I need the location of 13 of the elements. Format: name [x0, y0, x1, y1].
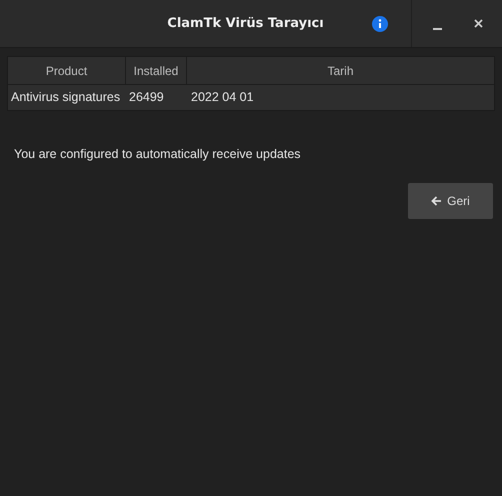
column-header[interactable]: Tarih: [186, 57, 494, 84]
table-cell-text: 26499: [128, 89, 165, 106]
info-icon[interactable]: [372, 16, 388, 32]
back-button[interactable]: Geri: [408, 182, 493, 219]
close-icon[interactable]: [474, 19, 483, 28]
minimize-icon[interactable]: [433, 28, 442, 30]
status-message: You are configured to automatically receive updates: [14, 146, 302, 163]
column-header[interactable]: Installed: [125, 57, 186, 84]
window-title: ClamTk Virüs Tarayıcı: [167, 14, 324, 33]
left-arrow-icon: [431, 196, 442, 206]
table-cell-text: 2022 04 01: [190, 89, 255, 106]
table-cell-text: Antivirus signatures: [10, 89, 122, 106]
column-header[interactable]: Product: [8, 57, 125, 84]
